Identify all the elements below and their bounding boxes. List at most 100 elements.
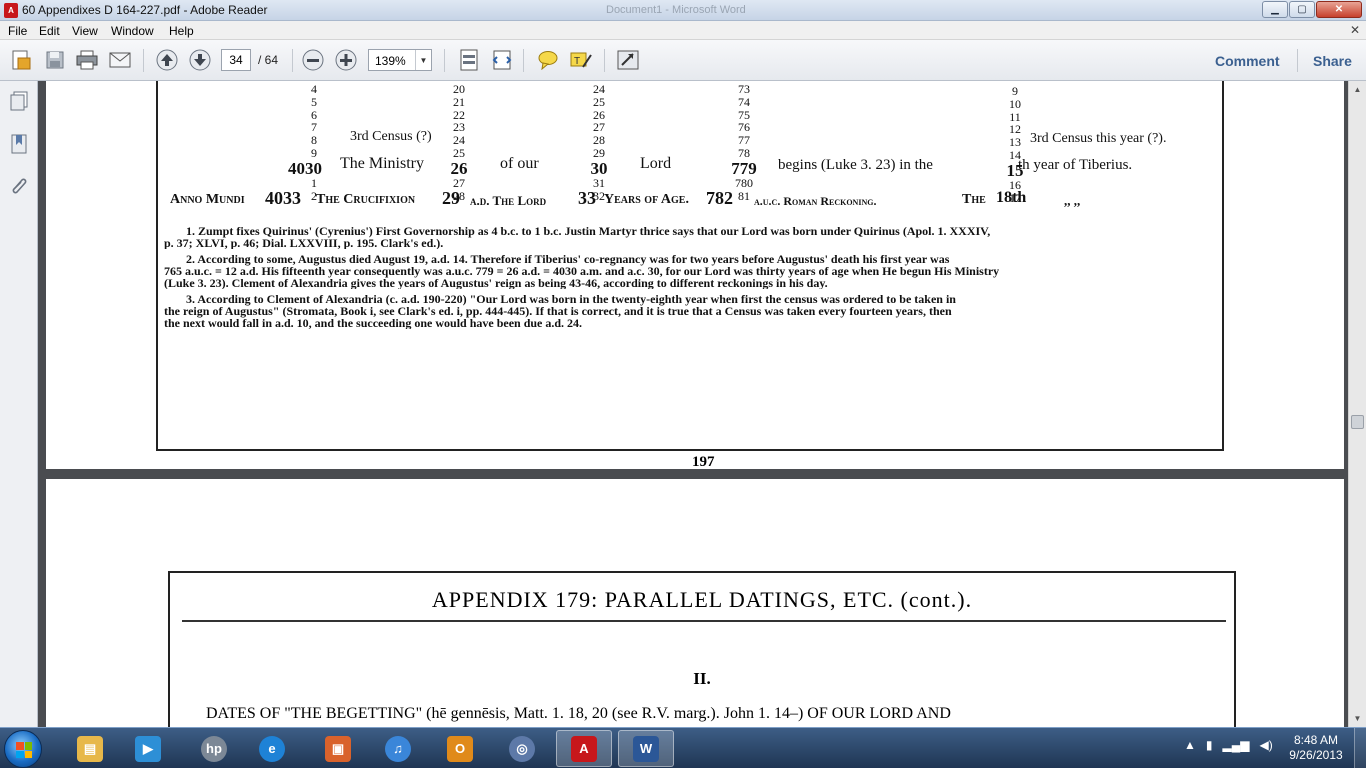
toolbar-separator	[523, 49, 524, 72]
pdf-page-198: APPENDIX 179: PARALLEL DATINGS, ETC. (co…	[46, 479, 1344, 727]
toolbar-separator	[292, 49, 293, 72]
previous-page-icon[interactable]	[154, 48, 180, 72]
scroll-up-icon[interactable]: ▲	[1349, 81, 1366, 98]
media-player-icon: ▶	[135, 735, 161, 762]
zoom-in-icon[interactable]	[333, 48, 359, 72]
taskbar-app-adobe-reader[interactable]: A	[556, 730, 612, 767]
toolbar-separator	[604, 49, 605, 72]
menu-edit[interactable]: Edit	[39, 24, 60, 38]
taskbar-app-word[interactable]: W	[618, 730, 674, 767]
volume-icon[interactable]: ◀)	[1259, 738, 1272, 752]
photo-viewer-icon: ▣	[325, 735, 351, 762]
crucifixion-29: 29	[442, 188, 460, 208]
zoom-level-select[interactable]: 139% ▼	[368, 49, 432, 71]
page-total: / 64	[258, 53, 279, 67]
taskbar-app-itunes[interactable]: ♫	[370, 730, 426, 767]
window-title: 60 Appendixes D 164-227.pdf - Adobe Read…	[22, 3, 268, 17]
page-number-input[interactable]: 34	[221, 49, 251, 71]
clock-date: 9/26/2013	[1289, 748, 1343, 762]
adobe-reader-app-icon[interactable]: A	[4, 3, 18, 18]
sticky-note-icon[interactable]	[535, 48, 561, 72]
windows-logo-icon	[16, 742, 32, 758]
taskbar-app-outlook[interactable]: O	[432, 730, 488, 767]
ministry-of-our: of our	[500, 155, 539, 172]
appendix-frame: APPENDIX 179: PARALLEL DATINGS, ETC. (co…	[168, 571, 1236, 727]
zoom-out-icon[interactable]	[300, 48, 326, 72]
adobe-reader-icon: A	[571, 735, 597, 762]
menu-window[interactable]: Window	[111, 24, 154, 38]
fit-page-icon[interactable]	[456, 48, 482, 72]
toolbar: 34 / 64 139% ▼ T Comment Share	[0, 40, 1366, 81]
column-a: 20 21 22 23 24 25 26 27 28	[450, 82, 468, 203]
ministry-the: The Ministry	[340, 155, 424, 172]
anno-mundi: Anno Mundi	[170, 192, 245, 207]
crucifixion-ad-lord: a.d. The Lord	[470, 193, 547, 208]
internet-explorer-icon: e	[259, 735, 285, 762]
document-view[interactable]: 4 5 6 7 8 9 4030 1 2 20 21 22 23 24 25 2…	[38, 81, 1348, 727]
next-page-icon[interactable]	[187, 48, 213, 72]
attachments-icon[interactable]	[8, 174, 30, 198]
menu-view[interactable]: View	[72, 24, 98, 38]
taskbar-app-network[interactable]: ◎	[494, 730, 550, 767]
scrollbar-thumb[interactable]	[1351, 415, 1364, 429]
file-explorer-icon: ▤	[77, 735, 103, 762]
crucifixion-the: The	[962, 192, 986, 207]
crucifixion-782: 782	[706, 188, 733, 208]
crucifixion-18th: 18th	[996, 189, 1027, 206]
expand-reading-mode-icon[interactable]	[615, 48, 641, 72]
taskbar: ▤ ▶ hp e ▣ ♫ O ◎ A W ▲ ▮ ▂▄▆ ◀) 8:48 AM …	[0, 727, 1366, 768]
email-icon[interactable]	[107, 48, 133, 72]
share-button[interactable]: Share	[1313, 53, 1352, 69]
taskbar-app-explorer[interactable]: ▤	[62, 730, 118, 767]
page-thumbnails-icon[interactable]	[8, 89, 30, 113]
pdf-page-197: 4 5 6 7 8 9 4030 1 2 20 21 22 23 24 25 2…	[46, 81, 1344, 470]
create-pdf-icon[interactable]	[8, 48, 34, 72]
taskbar-app-media-player[interactable]: ▶	[120, 730, 176, 767]
vertical-scrollbar[interactable]: ▲ ▼	[1348, 81, 1366, 727]
network-icon: ◎	[509, 735, 535, 762]
year-column: 4 5 6 7 8 9 4030 1 2	[288, 82, 322, 203]
maximize-button[interactable]: ▢	[1289, 1, 1315, 18]
page-number-label: 197	[692, 454, 715, 470]
comment-button[interactable]: Comment	[1215, 53, 1280, 69]
taskbar-app-photo-viewer[interactable]: ▣	[310, 730, 366, 767]
highlight-text-icon[interactable]: T	[568, 48, 594, 72]
footnote-2: 2. According to some, Augustus died Augu…	[164, 253, 1000, 289]
menu-file[interactable]: File	[8, 24, 27, 38]
scroll-down-icon[interactable]: ▼	[1349, 710, 1366, 727]
device-icon[interactable]: ▮	[1206, 738, 1213, 752]
itunes-icon: ♫	[385, 735, 411, 762]
close-button[interactable]: ✕	[1316, 1, 1362, 18]
navigation-pane	[0, 81, 38, 727]
clock[interactable]: 8:48 AM 9/26/2013	[1286, 733, 1346, 763]
column-c: 73 74 75 76 77 78 779 780 81	[731, 82, 757, 203]
menu-help[interactable]: Help	[169, 24, 194, 38]
menu-bar: File Edit View Window Help ✕	[0, 21, 1366, 40]
bookmarks-icon[interactable]	[8, 132, 30, 156]
toolbar-separator	[1297, 49, 1298, 72]
show-hidden-icons-icon[interactable]: ▲	[1184, 738, 1196, 752]
fit-width-icon[interactable]	[489, 48, 515, 72]
start-button[interactable]	[4, 730, 42, 768]
appendix-title: APPENDIX 179: PARALLEL DATINGS, ETC. (co…	[431, 587, 973, 612]
svg-text:T: T	[574, 56, 580, 67]
word-icon: W	[633, 735, 659, 762]
taskbar-app-hp[interactable]: hp	[186, 730, 242, 767]
census-right-text: 3rd Census this year (?).	[1030, 131, 1167, 146]
column-b: 24 25 26 27 28 29 30 31 32	[590, 82, 608, 203]
ministry-begins: begins (Luke 3. 23) in the	[778, 157, 933, 173]
show-desktop-button[interactable]	[1354, 728, 1366, 768]
hp-icon: hp	[201, 735, 227, 762]
chevron-down-icon[interactable]: ▼	[415, 50, 431, 70]
background-window-title: Document1 - Microsoft Word	[606, 4, 746, 16]
crucifixion-auc: a.u.c. Roman Reckoning.	[754, 194, 877, 208]
clock-time: 8:48 AM	[1293, 733, 1339, 747]
outlook-icon: O	[447, 735, 473, 762]
minimize-button[interactable]: ▁	[1262, 1, 1288, 18]
taskbar-app-internet-explorer[interactable]: e	[244, 730, 300, 767]
signal-icon[interactable]: ▂▄▆	[1223, 738, 1250, 752]
print-icon[interactable]	[74, 48, 100, 72]
close-document-icon[interactable]: ✕	[1350, 23, 1360, 37]
save-icon[interactable]	[42, 48, 68, 72]
ministry-lord: Lord	[640, 155, 672, 172]
